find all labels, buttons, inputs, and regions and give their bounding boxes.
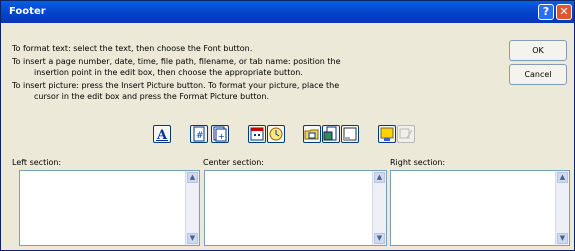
- instruction-line-1: To format text: select the text, then ch…: [12, 44, 253, 53]
- footer-dialog: Footer ? ✕ To format text: select the te…: [0, 0, 575, 251]
- total-pages-button[interactable]: +: [211, 125, 229, 143]
- page-number-button[interactable]: #: [190, 125, 208, 143]
- file-path-icon: [304, 129, 319, 140]
- cancel-button[interactable]: Cancel: [509, 64, 567, 85]
- scroll-up-icon[interactable]: ▲: [187, 172, 198, 183]
- scroll-down-icon[interactable]: ▼: [557, 233, 568, 244]
- time-icon: [269, 127, 283, 141]
- ok-button[interactable]: OK: [509, 40, 567, 61]
- svg-text:+: +: [218, 132, 225, 141]
- left-section-label: Left section:: [12, 158, 62, 167]
- close-button[interactable]: ✕: [556, 4, 572, 20]
- center-section-textbox[interactable]: ▲ ▼: [204, 170, 387, 246]
- dialog-title: Footer: [9, 6, 46, 17]
- instruction-line-5: cursor in the edit box and press the For…: [34, 92, 270, 101]
- insert-picture-button[interactable]: [378, 125, 396, 143]
- sheet-name-button[interactable]: [341, 125, 359, 143]
- title-bar[interactable]: Footer ? ✕: [1, 1, 574, 23]
- sheet-name-icon: [343, 127, 357, 141]
- file-path-button[interactable]: [303, 125, 321, 143]
- time-button[interactable]: [267, 125, 285, 143]
- format-picture-button: [397, 125, 415, 143]
- font-icon: A: [156, 128, 168, 142]
- right-section-scrollbar[interactable]: ▲ ▼: [555, 171, 569, 245]
- svg-text:A: A: [156, 128, 168, 142]
- page-number-icon: #: [193, 126, 205, 142]
- left-section-textbox[interactable]: ▲ ▼: [19, 170, 200, 246]
- insert-picture-icon: [380, 127, 394, 141]
- instruction-line-2: To insert a page number, date, time, fil…: [12, 57, 341, 66]
- center-section-label: Center section:: [203, 158, 264, 167]
- scroll-down-icon[interactable]: ▼: [374, 233, 385, 244]
- instruction-line-3: insertion point in the edit box, then ch…: [34, 68, 303, 77]
- right-section-label: Right section:: [390, 158, 446, 167]
- font-button[interactable]: A: [153, 125, 171, 143]
- date-icon: [250, 127, 264, 141]
- help-button[interactable]: ?: [538, 4, 554, 20]
- filename-icon: [323, 126, 337, 141]
- instruction-line-4: To insert picture: press the Insert Pict…: [12, 81, 340, 90]
- svg-text:#: #: [196, 131, 204, 141]
- total-pages-icon: +: [213, 126, 227, 142]
- date-button[interactable]: [248, 125, 266, 143]
- filename-button[interactable]: [322, 125, 340, 143]
- right-section-textbox[interactable]: ▲ ▼: [390, 170, 570, 246]
- scroll-up-icon[interactable]: ▲: [557, 172, 568, 183]
- scroll-up-icon[interactable]: ▲: [374, 172, 385, 183]
- scroll-down-icon[interactable]: ▼: [187, 233, 198, 244]
- format-picture-icon: [399, 128, 413, 139]
- center-section-scrollbar[interactable]: ▲ ▼: [372, 171, 386, 245]
- left-section-scrollbar[interactable]: ▲ ▼: [185, 171, 199, 245]
